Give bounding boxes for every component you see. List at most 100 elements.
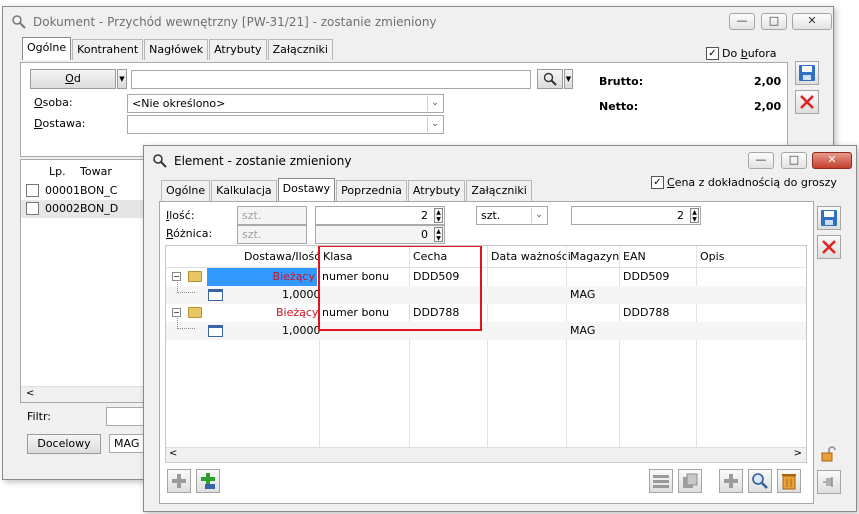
- add-item-button[interactable]: [719, 469, 743, 493]
- tab-atrybuty[interactable]: Atrybuty: [407, 180, 466, 201]
- horizontal-scrollbar[interactable]: < >: [166, 447, 806, 462]
- row-magazyn: MAG: [570, 324, 596, 337]
- collapse-toggle-icon[interactable]: −: [172, 272, 181, 281]
- column-ean[interactable]: EAN: [623, 250, 646, 263]
- row-lp: 00002: [45, 202, 80, 215]
- row-ean: DDD509: [623, 270, 670, 283]
- tab-zalaczniki[interactable]: Załączniki: [267, 39, 333, 60]
- document-titlebar[interactable]: Dokument - Przychód wewnętrzny [PW-31/21…: [3, 7, 833, 37]
- row-dostawa: Bieżący: [276, 306, 319, 319]
- copy-button[interactable]: [678, 469, 702, 493]
- ilosc-input[interactable]: 2 ▲ ▼: [315, 206, 445, 225]
- tab-kalkulacja[interactable]: Kalkulacja: [211, 180, 277, 201]
- tab-zalaczniki[interactable]: Załączniki: [466, 180, 532, 201]
- collapse-toggle-icon[interactable]: −: [172, 308, 181, 317]
- dostawy-grid: Dostawa/Ilość Klasa Cecha Data ważności …: [165, 245, 807, 463]
- search-icon: [752, 473, 768, 489]
- docelowy-button[interactable]: Docelowy: [27, 434, 101, 454]
- column-opis[interactable]: Opis: [700, 250, 724, 263]
- do-bufora-checkbox[interactable]: ✓: [706, 47, 719, 60]
- tab-ogolne[interactable]: Ogólne: [161, 180, 211, 201]
- tab-kontrahent[interactable]: Kontrahent: [72, 39, 144, 60]
- pin-button[interactable]: [817, 470, 841, 494]
- floppy-disk-icon: [799, 65, 815, 81]
- add-button[interactable]: [167, 469, 191, 493]
- od-button[interactable]: Od: [30, 69, 116, 89]
- cancel-button[interactable]: [795, 90, 819, 114]
- unlock-button[interactable]: [819, 444, 839, 464]
- maximize-button[interactable]: □: [781, 152, 807, 169]
- osoba-label: Osoba:: [34, 96, 73, 109]
- dostawy-panel: Ilość: szt. 2 ▲ ▼ szt. ⌄ 2 ▲ ▼ Różnica: szt. …: [159, 201, 814, 504]
- maximize-button[interactable]: □: [761, 13, 787, 30]
- spinner-icon[interactable]: ▲ ▼: [690, 208, 699, 223]
- tab-atrybuty[interactable]: Atrybuty: [209, 39, 267, 60]
- table-row[interactable]: 00002 BON_D: [21, 200, 151, 218]
- row-dostawa: 1,0000: [282, 324, 321, 337]
- tab-naglowek[interactable]: Nagłówek: [144, 39, 209, 60]
- table-row[interactable]: 00001 BON_C: [21, 182, 151, 200]
- delete-button[interactable]: [777, 469, 801, 493]
- unit-select[interactable]: szt. ⌄: [476, 206, 548, 225]
- ilosc-input-2[interactable]: 2 ▲ ▼: [571, 206, 701, 225]
- filtr-label: Filtr:: [27, 410, 51, 423]
- close-window-button[interactable]: ✕: [792, 13, 832, 30]
- column-dostawa-ilosc[interactable]: Dostawa/Ilość: [244, 250, 320, 263]
- row-dostawa: Bieżący: [207, 268, 317, 286]
- row-checkbox[interactable]: [26, 184, 39, 197]
- scroll-right-icon[interactable]: >: [794, 448, 802, 459]
- minimize-button[interactable]: —: [748, 152, 774, 169]
- osoba-select[interactable]: <Nie określono> ⌄: [127, 94, 444, 113]
- cena-checkbox[interactable]: ✓: [651, 176, 664, 189]
- brutto-label: Brutto:: [599, 75, 644, 88]
- minimize-button[interactable]: —: [729, 13, 755, 30]
- row-checkbox[interactable]: [26, 202, 39, 215]
- list-button[interactable]: [649, 469, 673, 493]
- row-towar: BON_C: [80, 184, 118, 197]
- column-data-waznosci[interactable]: Data ważności: [491, 250, 571, 263]
- tab-ogolne[interactable]: Ogólne: [22, 37, 72, 60]
- pin-icon: [823, 477, 833, 487]
- grid-row[interactable]: − Bieżący numer bonu DDD509 DDD509: [166, 268, 806, 286]
- dostawa-select[interactable]: ⌄: [127, 115, 444, 134]
- column-towar: Towar: [80, 165, 112, 178]
- trash-icon: [782, 474, 796, 490]
- tab-poprzednia[interactable]: Poprzednia: [336, 180, 407, 201]
- element-titlebar[interactable]: Element - zostanie zmieniony — □ ✕: [144, 146, 856, 176]
- tab-dostawy[interactable]: Dostawy: [277, 178, 336, 201]
- row-dostawa: 1,0000: [282, 288, 321, 301]
- list-icon: [653, 475, 669, 488]
- roznica-label: Różnica:: [166, 227, 213, 240]
- grid-header: Dostawa/Ilość Klasa Cecha Data ważności …: [166, 246, 806, 268]
- scroll-left-icon[interactable]: <: [26, 388, 34, 399]
- save-button[interactable]: [817, 206, 841, 230]
- close-window-button[interactable]: ✕: [812, 152, 852, 169]
- grid-row[interactable]: 1,0000 MAG: [166, 318, 806, 340]
- tree-connector: [177, 318, 195, 329]
- scroll-left-icon[interactable]: <: [169, 448, 177, 459]
- highlight-box: [318, 246, 482, 331]
- horizontal-scrollbar[interactable]: <: [21, 386, 151, 402]
- od-input[interactable]: [131, 70, 531, 89]
- row-magazyn: MAG: [570, 288, 596, 301]
- spinner-icon[interactable]: ▲ ▼: [434, 208, 443, 223]
- ilosc-label: Ilość:: [166, 209, 195, 222]
- floppy-disk-icon: [821, 210, 837, 226]
- search-contractor-button[interactable]: [537, 69, 563, 89]
- chevron-down-icon: ⌄: [531, 208, 546, 223]
- od-dropdown-button[interactable]: ▼: [117, 69, 127, 89]
- save-button[interactable]: [795, 61, 819, 85]
- search-button[interactable]: [748, 469, 772, 493]
- row-towar: BON_D: [80, 202, 119, 215]
- padlock-icon: [821, 446, 836, 462]
- magnifier-app-icon: [153, 154, 167, 168]
- tree-connector: [177, 282, 195, 293]
- cancel-button[interactable]: [817, 235, 841, 259]
- add-delivery-button[interactable]: [196, 469, 220, 493]
- search-dropdown-button[interactable]: ▼: [564, 69, 573, 89]
- column-magazyn[interactable]: Magazyn: [570, 250, 619, 263]
- chevron-down-icon: ⌄: [427, 117, 442, 132]
- grid-row[interactable]: 1,0000 MAG: [166, 282, 806, 304]
- grid-row[interactable]: − Bieżący numer bonu DDD788 DDD788: [166, 304, 806, 322]
- chevron-down-icon: ⌄: [427, 96, 442, 111]
